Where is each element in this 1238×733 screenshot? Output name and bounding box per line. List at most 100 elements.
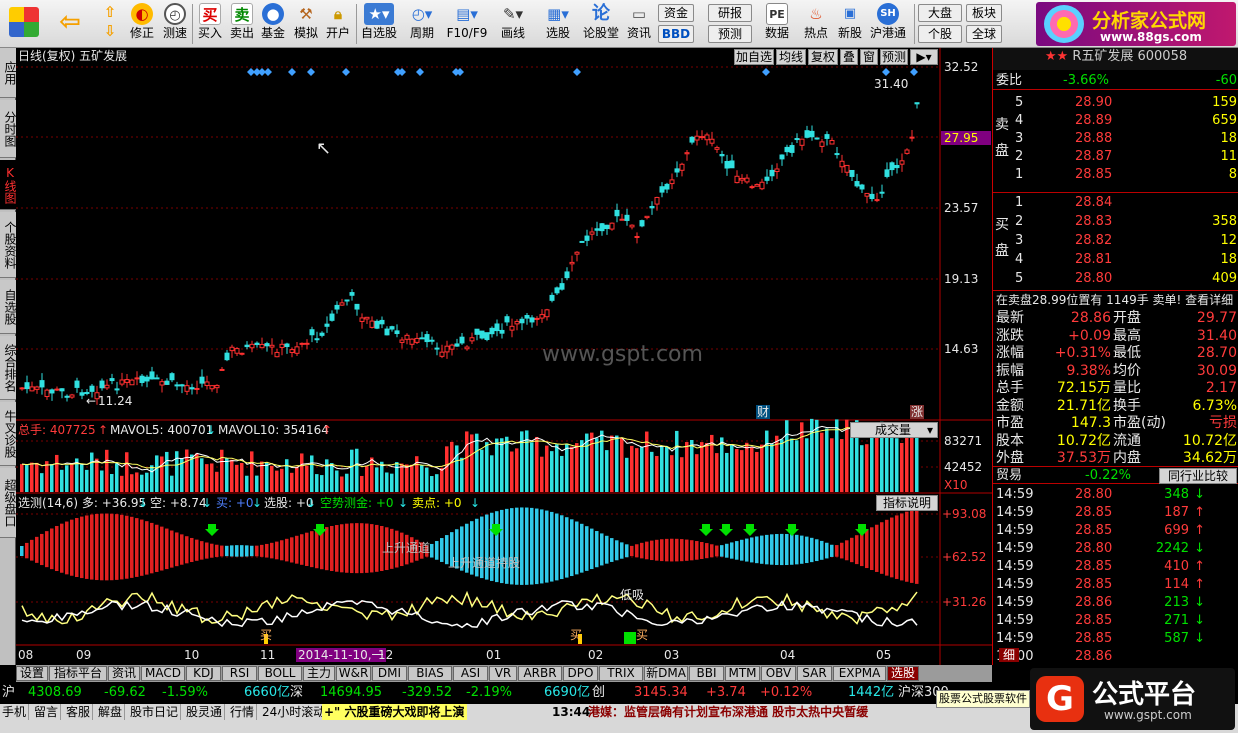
add-watchlist-button[interactable]: 加自选	[734, 49, 774, 65]
data-button[interactable]: PE 数据	[760, 2, 794, 46]
speed-test-button[interactable]: ◴ 测速	[160, 2, 190, 46]
tab-indicator-14[interactable]: DPO	[563, 666, 598, 681]
tab-indicator-3[interactable]: MACD	[141, 666, 185, 681]
ask-row[interactable]: 4 28.89 659	[993, 112, 1238, 130]
news-button[interactable]: ▭ 资讯	[624, 2, 654, 46]
bid-row[interactable]: 4 28.81 18	[993, 251, 1238, 269]
capital-dropdown[interactable]: 资金	[658, 4, 694, 22]
tab-indicator-21[interactable]: EXPMA	[833, 666, 886, 681]
tab-indicator-0[interactable]: 设置	[16, 666, 48, 681]
tab-indicator-1[interactable]: 指标平台	[49, 666, 107, 681]
watchlist-button[interactable]: ★▾ 自选股	[359, 2, 399, 46]
adjust-button[interactable]: 复权	[808, 49, 838, 65]
status-link[interactable]: 行情	[228, 704, 258, 720]
ma-button[interactable]: 均线	[776, 49, 806, 65]
bbd-button[interactable]: BBD	[658, 25, 694, 43]
tab-indicator-20[interactable]: SAR	[797, 666, 832, 681]
sell-button[interactable]: 卖卖出	[228, 2, 256, 46]
tab-indicator-8[interactable]: W&R	[336, 666, 371, 681]
tab-indicator-18[interactable]: MTM	[725, 666, 760, 681]
status-link[interactable]: 留言	[32, 704, 62, 720]
volume-bar	[70, 463, 74, 492]
status-link[interactable]: 手机	[0, 704, 30, 720]
forum-button[interactable]: 论论股堂	[580, 2, 622, 46]
back-button[interactable]: ⇦	[50, 2, 90, 46]
stock-button[interactable]: 个股	[918, 25, 962, 43]
tab-super-book[interactable]: 超级盘口	[0, 468, 17, 538]
status-link[interactable]: 客服	[64, 704, 94, 720]
page-up-button[interactable]: ⇧ ⇩	[96, 2, 124, 46]
chart-canvas[interactable]	[16, 48, 992, 665]
research-button[interactable]: 研报	[708, 4, 752, 22]
hotspot-button[interactable]: ♨ 热点	[799, 2, 833, 46]
open-account-button[interactable]: 🔒︎ 开户	[323, 2, 353, 46]
tab-indicator-11[interactable]: ASI	[453, 666, 488, 681]
draw-line-button[interactable]: ✎▾ 画线	[494, 2, 532, 46]
tab-indicator-4[interactable]: KDJ	[186, 666, 221, 681]
simulate-button[interactable]: ⚒ 模拟	[290, 2, 322, 46]
collapse-panel-button[interactable]: ▶▾	[910, 49, 938, 65]
bid-row[interactable]: 3 28.82 12	[993, 232, 1238, 250]
period-button[interactable]: ◴▾ 周期	[402, 2, 442, 46]
finance-badge[interactable]: 财	[756, 405, 771, 419]
tab-intraday[interactable]: 分时图	[0, 100, 17, 158]
tab-diagnosis[interactable]: 牛叉诊股	[0, 402, 17, 466]
ask-row[interactable]: 5 28.90 159	[993, 94, 1238, 112]
status-link[interactable]: 24小时滚动	[260, 704, 329, 720]
indicator-explain-button[interactable]: 指标说明	[876, 495, 938, 511]
status-link[interactable]: 股市日记	[128, 704, 182, 720]
home-button[interactable]	[4, 2, 44, 46]
buy-button[interactable]: 买买入	[196, 2, 224, 46]
sz-index[interactable]: 14694.95	[320, 682, 382, 704]
rise-badge[interactable]: 涨	[910, 405, 925, 419]
peer-compare-button[interactable]: 同行业比较	[1159, 468, 1237, 484]
f10-button[interactable]: ▤▾ F10/F9	[445, 2, 489, 46]
tab-indicator-9[interactable]: DMI	[372, 666, 407, 681]
tab-indicator-5[interactable]: RSI	[222, 666, 257, 681]
status-link[interactable]: 股灵通	[184, 704, 226, 720]
market-dropdown[interactable]: 大盘	[918, 4, 962, 22]
tab-detail[interactable]: 细	[999, 648, 1020, 662]
forecast-chart-button[interactable]: 预测	[880, 49, 908, 65]
tab-indicator-10[interactable]: BIAS	[408, 666, 452, 681]
ask-row[interactable]: 2 28.87 11	[993, 148, 1238, 166]
global-dropdown[interactable]: 全球	[966, 25, 1002, 43]
fund-button[interactable]: ● 基金	[259, 2, 287, 46]
shhk-button[interactable]: SH 沪港通	[868, 2, 908, 46]
popup-tooltip[interactable]: 股票公式股票软件	[936, 690, 1030, 708]
tab-apps[interactable]: 应用	[0, 48, 17, 98]
window-button[interactable]: 窗	[860, 49, 878, 65]
cy-index[interactable]: 3145.34	[634, 682, 688, 704]
order-notice[interactable]: 在卖盘28.99位置有 1149手 卖单! 查看详细	[993, 290, 1238, 308]
tab-indicator-12[interactable]: VR	[489, 666, 517, 681]
sector-dropdown[interactable]: 板块	[966, 4, 1002, 22]
tab-watchlist[interactable]: 自选股	[0, 280, 17, 334]
tab-indicator-17[interactable]: BBI	[689, 666, 724, 681]
status-link[interactable]: 解盘	[96, 704, 126, 720]
sh-index[interactable]: 4308.69	[28, 682, 82, 704]
fix-button[interactable]: ◐ 修正	[126, 2, 158, 46]
tab-stock-pick[interactable]: 选股	[887, 666, 919, 681]
stock-filter-button[interactable]: ▦▾ 选股	[538, 2, 578, 46]
ask-row[interactable]: 1 28.85 8	[993, 166, 1238, 184]
forecast-button[interactable]: 预测	[708, 25, 752, 43]
tab-indicator-16[interactable]: 新DMA	[644, 666, 688, 681]
tab-indicator-6[interactable]: BOLL	[258, 666, 302, 681]
news-headline-1[interactable]: +" 六股重磅大戏即将上演	[322, 704, 467, 720]
bid-row[interactable]: 2 28.83 358	[993, 213, 1238, 231]
indicator-selector-dropdown[interactable]: 成交量 ▾	[850, 422, 938, 438]
tab-indicator-13[interactable]: ARBR	[518, 666, 562, 681]
overlay-button[interactable]: 叠	[840, 49, 858, 65]
tab-indicator-19[interactable]: OBV	[761, 666, 796, 681]
tab-indicator-7[interactable]: 主力	[303, 666, 335, 681]
tab-indicator-2[interactable]: 资讯	[108, 666, 140, 681]
bid-row[interactable]: 1 28.84	[993, 194, 1238, 212]
news-headline-2[interactable]: 港媒：监管层确有计划宣布深港通 股市太热中央暂缓	[588, 704, 868, 720]
tab-kline[interactable]: K线图	[0, 160, 17, 210]
ask-row[interactable]: 3 28.88 18	[993, 130, 1238, 148]
tab-stock-info[interactable]: 个股资料	[0, 212, 17, 278]
bid-row[interactable]: 5 28.80 409	[993, 270, 1238, 288]
ipo-button[interactable]: ▣ 新股	[834, 2, 866, 46]
tab-ranking[interactable]: 综合排名	[0, 336, 17, 400]
tab-indicator-15[interactable]: TRIX	[599, 666, 643, 681]
